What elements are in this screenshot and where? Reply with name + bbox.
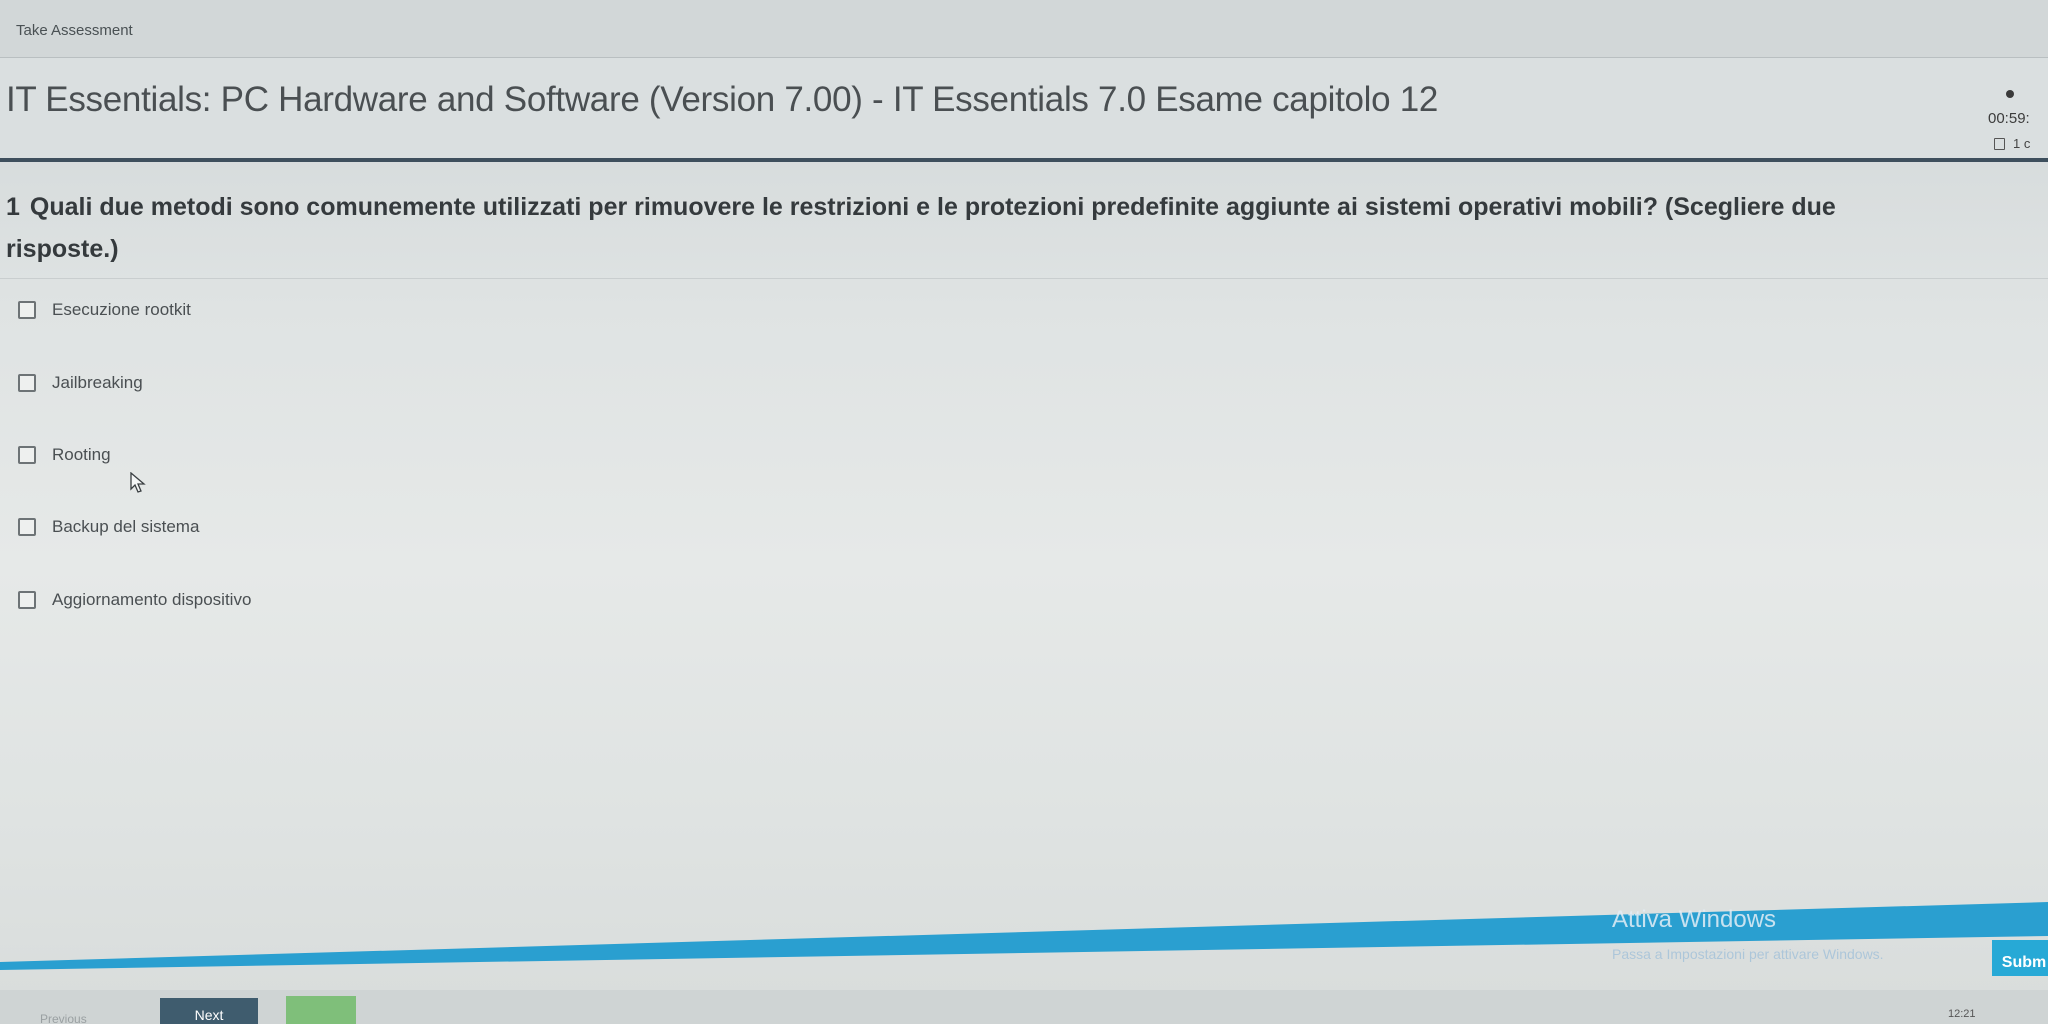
window-title: Take Assessment [16,22,133,39]
answer-checkbox[interactable] [18,374,36,392]
green-action-button[interactable] [286,996,356,1024]
answer-checkbox[interactable] [18,518,36,536]
answer-checkbox[interactable] [18,446,36,464]
answer-option[interactable]: Jailbreaking [18,368,143,398]
answer-label: Backup del sistema [52,517,200,536]
answer-option[interactable]: Esecuzione rootkit [18,295,191,325]
taskbar-clock: 12:21 [1948,1008,1976,1020]
previous-button[interactable]: Previous [40,1012,130,1024]
course-title: IT Essentials: PC Hardware and Software … [6,80,1439,119]
flag-icon [1994,138,2005,150]
navigation-bar: Previous Next 12:21 [0,990,2048,1024]
timer-readout: 00:59: [1988,110,2030,127]
answer-option[interactable]: Rooting [18,440,111,470]
flag-text: 1 c [2013,136,2031,151]
mouse-cursor-icon [130,472,146,493]
submit-button[interactable]: Subm [1992,940,2048,976]
answer-option[interactable]: Backup del sistema [18,512,199,542]
answer-checkbox[interactable] [18,591,36,609]
assessment-header: IT Essentials: PC Hardware and Software … [0,58,2048,162]
answer-checkbox[interactable] [18,301,36,319]
question-text: 1 Quali due metodi sono comunemente utili… [6,186,1906,270]
window-titlebar: Take Assessment [0,0,2048,58]
answer-label: Jailbreaking [52,373,143,392]
flag-question-toggle[interactable]: 1 c [1994,136,2030,151]
question-divider [0,278,2048,279]
activation-watermark-title: Attiva Windows [1612,906,1777,933]
timer-dot-icon [2006,90,2014,98]
question-body: Quali due metodi sono comunemente utiliz… [6,193,1836,263]
next-button[interactable]: Next [160,998,258,1024]
activation-watermark-subtitle: Passa a Impostazioni per attivare Window… [1612,946,1884,962]
timer-panel: 00:59: 1 c [1976,88,2048,158]
question-number: 1 [6,193,20,221]
answer-label: Aggiornamento dispositivo [52,590,252,609]
answer-option[interactable]: Aggiornamento dispositivo [18,585,251,615]
answer-label: Rooting [52,445,111,464]
answer-label: Esecuzione rootkit [52,300,191,319]
